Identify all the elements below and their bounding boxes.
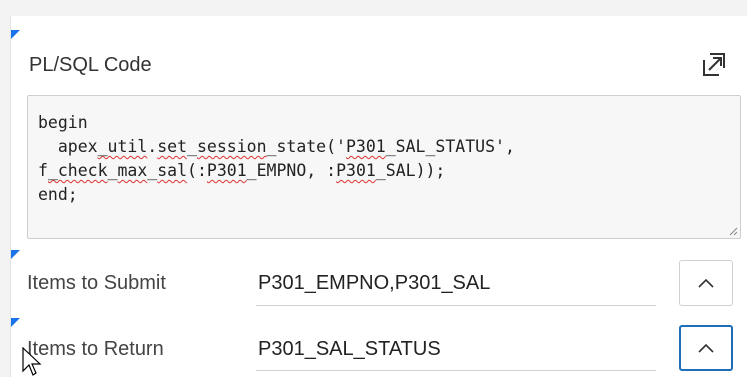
- items-to-return-picker-button[interactable]: [679, 325, 733, 371]
- items-to-return-underline: [256, 370, 656, 371]
- chevron-up-icon: [698, 343, 714, 353]
- code-line: begin: [38, 113, 88, 132]
- items-to-submit-picker-button[interactable]: [679, 260, 733, 306]
- code-text: begin apex_util.set_session_state('P301_…: [38, 111, 515, 207]
- plsql-code-label: PL/SQL Code: [29, 54, 152, 76]
- code-line: apex_util.set_session_state('P301_SAL_ST…: [38, 137, 515, 156]
- items-to-submit-underline: [256, 305, 656, 306]
- items-to-submit-field[interactable]: P301_EMPNO,P301_SAL: [258, 272, 490, 295]
- mouse-cursor-icon: [22, 347, 42, 376]
- dynamic-action-panel: PL/SQL Code begin apex_util.set_session_…: [10, 16, 747, 377]
- resize-grip-icon[interactable]: [728, 226, 738, 236]
- plsql-code-editor[interactable]: begin apex_util.set_session_state('P301_…: [27, 95, 741, 239]
- expand-icon[interactable]: [699, 50, 729, 80]
- items-to-return-label: Items to Return: [27, 338, 164, 360]
- code-line: f_check_max_sal(:P301_EMPNO, :P301_SAL))…: [38, 161, 446, 180]
- top-strip: [0, 0, 747, 16]
- required-marker: [11, 318, 20, 327]
- required-marker: [11, 30, 20, 39]
- items-to-submit-label: Items to Submit: [27, 272, 166, 294]
- code-line: end;: [38, 185, 78, 204]
- items-to-return-field[interactable]: P301_SAL_STATUS: [258, 338, 441, 361]
- required-marker: [11, 250, 20, 259]
- chevron-up-icon: [698, 278, 714, 288]
